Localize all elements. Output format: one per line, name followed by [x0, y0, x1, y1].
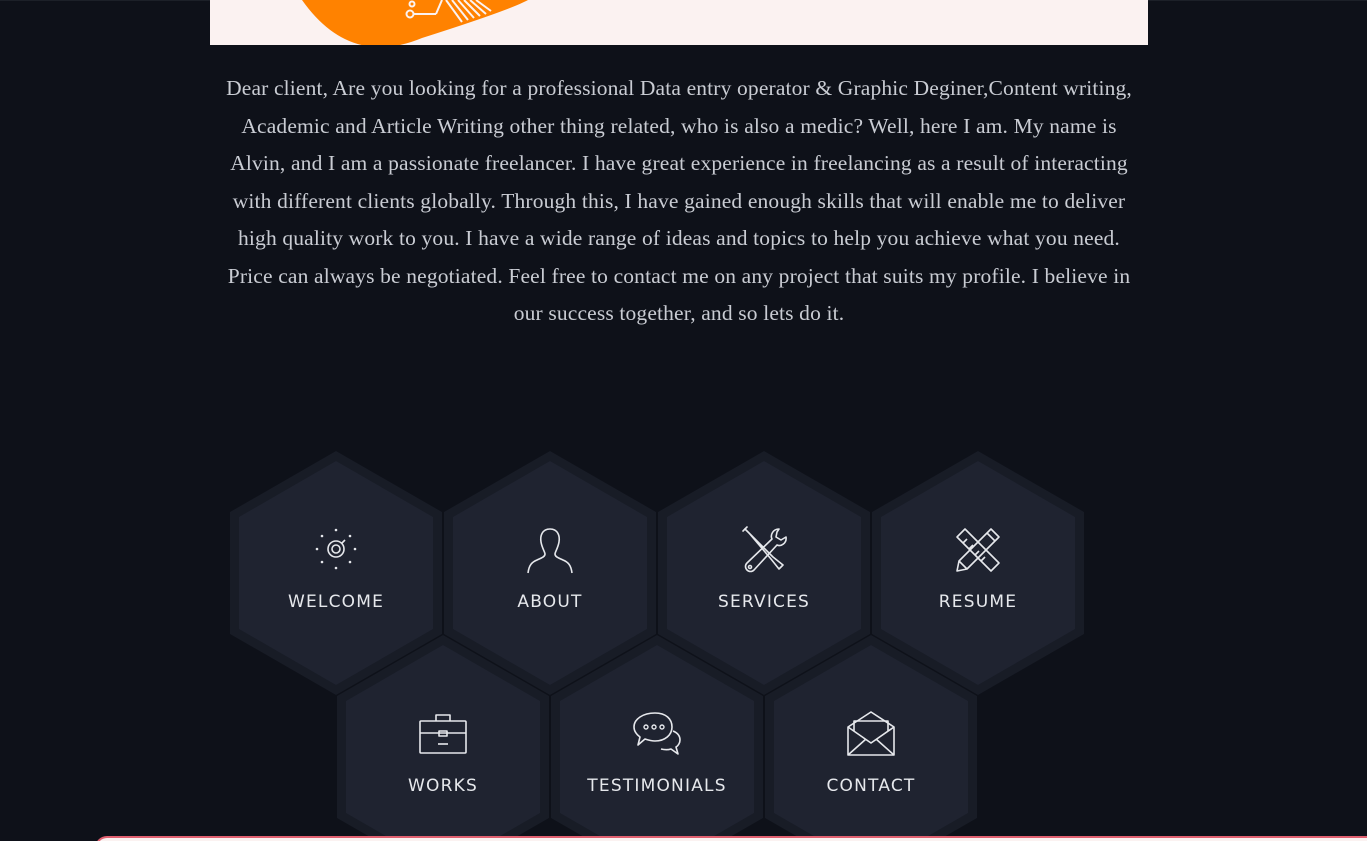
logo-circle-icon: [302, 0, 528, 45]
page: Dear client, Are you looking for a profe…: [0, 0, 1367, 841]
nav-label-works: WORKS: [408, 776, 478, 796]
intro-paragraph: Dear client, Are you looking for a profe…: [226, 76, 1132, 325]
nav-label-about: ABOUT: [517, 592, 583, 612]
nav-label-welcome: WELCOME: [287, 592, 385, 612]
nav-label-testimonials: TESTIMONIALS: [587, 776, 727, 796]
sun-eye-icon: [315, 528, 357, 570]
nav-label-resume: RESUME: [938, 592, 1018, 612]
footer-panel-edge: [95, 836, 1367, 841]
nav-label-services: SERVICES: [717, 592, 811, 612]
envelope-icon: [847, 711, 895, 756]
nav-hex-contact[interactable]: CONTACT: [763, 633, 979, 841]
header-banner: [210, 0, 1148, 45]
ruler-pencil-icon: [956, 528, 1000, 572]
tools-icon: [742, 526, 787, 573]
briefcase-icon: [419, 714, 467, 754]
nav-hex-works[interactable]: WORKS: [335, 633, 551, 841]
nav-hex-testimonials[interactable]: TESTIMONIALS: [549, 633, 765, 841]
chat-bubbles-icon: [633, 712, 681, 755]
nav-label-contact: CONTACT: [826, 776, 916, 796]
user-icon: [527, 528, 573, 574]
